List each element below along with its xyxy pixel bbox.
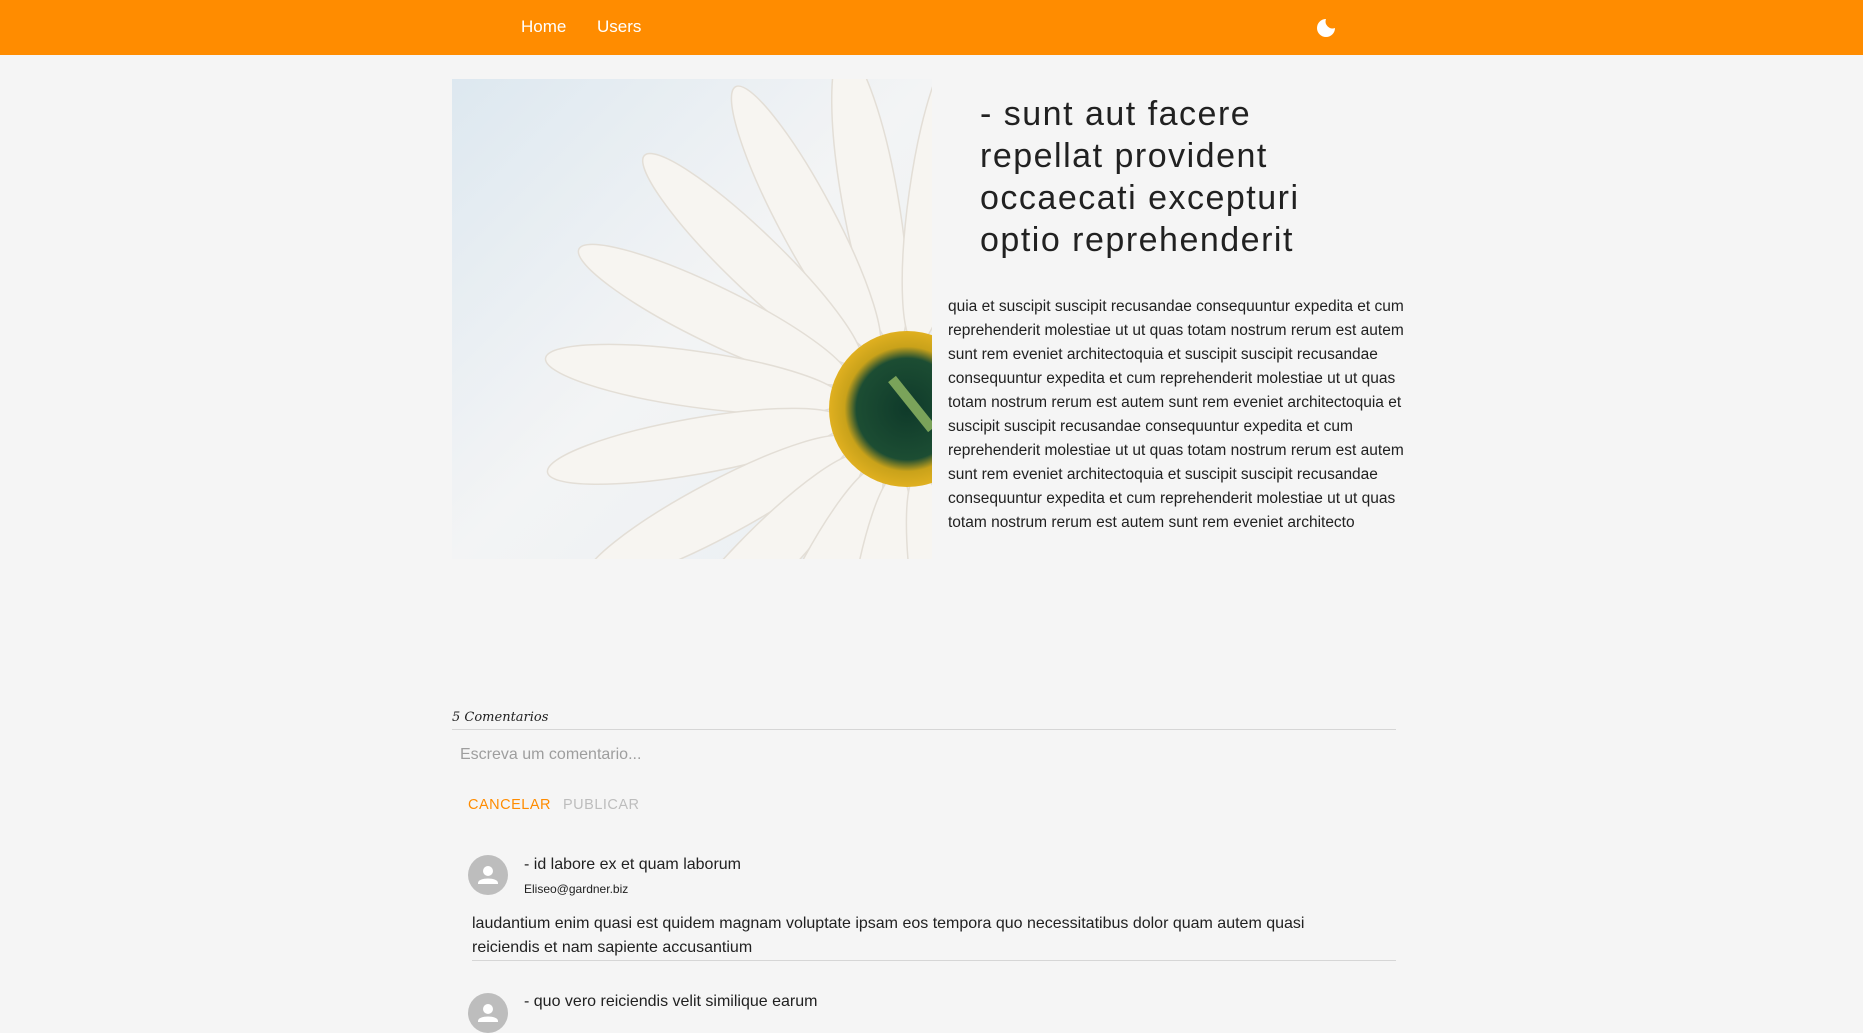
post-title: - sunt aut facere repellat provident occ…: [980, 95, 1300, 259]
cancel-button[interactable]: CANCELAR: [468, 795, 551, 815]
nav-users-link[interactable]: Users: [597, 0, 641, 55]
comment-title: - quo vero reiciendis velit similique ea…: [524, 993, 818, 1010]
comment-body: laudantium enim quasi est quidem magnam …: [472, 915, 1305, 956]
person-icon: [478, 1004, 498, 1022]
comment-input[interactable]: [452, 740, 1396, 770]
top-app-bar: Home Users: [0, 0, 1863, 55]
nav-home-link[interactable]: Home: [521, 0, 566, 55]
post-body: quia et suscipit suscipit recusandae con…: [948, 298, 1404, 531]
publish-button[interactable]: PUBLICAR: [563, 795, 640, 815]
person-icon: [478, 866, 498, 884]
comment-title: - id labore ex et quam laborum: [524, 856, 741, 873]
post-image: [452, 79, 932, 559]
divider: [452, 729, 1396, 730]
comment-email: Eliseo@gardner.biz: [524, 882, 629, 896]
avatar: [468, 855, 508, 895]
moon-icon[interactable]: [1314, 16, 1338, 40]
comments-count: 5 Comentarios: [452, 710, 549, 725]
divider: [472, 960, 1396, 961]
avatar: [468, 993, 508, 1033]
